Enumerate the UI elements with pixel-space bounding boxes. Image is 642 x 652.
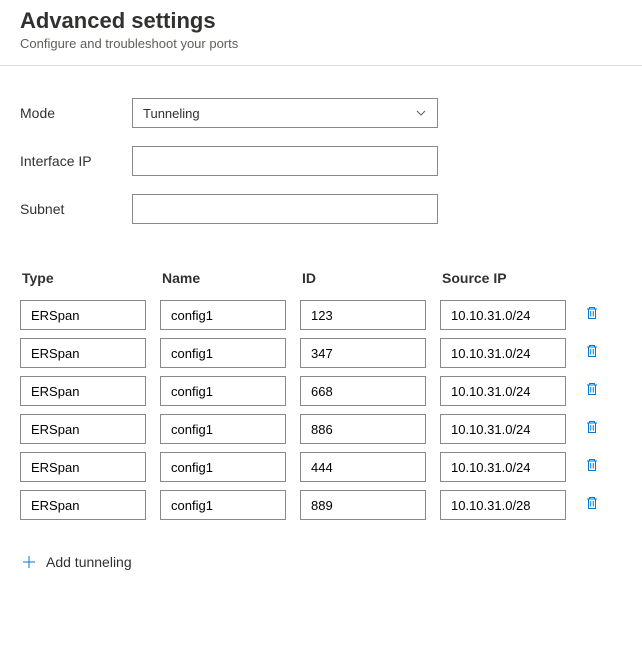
delete-button[interactable]	[580, 341, 604, 365]
subnet-row: Subnet	[20, 194, 622, 224]
name-input[interactable]	[160, 376, 286, 406]
source-ip-input[interactable]	[440, 414, 566, 444]
delete-button[interactable]	[580, 379, 604, 403]
name-input[interactable]	[160, 338, 286, 368]
id-input[interactable]	[300, 338, 426, 368]
delete-button[interactable]	[580, 303, 604, 327]
mode-row: Mode Tunneling	[20, 98, 622, 128]
plus-icon	[22, 555, 36, 569]
trash-icon	[584, 457, 600, 478]
id-input[interactable]	[300, 490, 426, 520]
mode-select[interactable]: Tunneling	[132, 98, 438, 128]
source-ip-input[interactable]	[440, 376, 566, 406]
add-tunneling-label: Add tunneling	[46, 554, 132, 570]
type-input[interactable]	[20, 414, 146, 444]
type-input[interactable]	[20, 338, 146, 368]
name-input[interactable]	[160, 490, 286, 520]
name-input[interactable]	[160, 414, 286, 444]
trash-icon	[584, 381, 600, 402]
source-ip-input[interactable]	[440, 490, 566, 520]
trash-icon	[584, 419, 600, 440]
trash-icon	[584, 305, 600, 326]
type-input[interactable]	[20, 300, 146, 330]
header-type: Type	[20, 270, 160, 286]
add-tunneling-button[interactable]: Add tunneling	[22, 554, 132, 570]
id-input[interactable]	[300, 376, 426, 406]
page-header: Advanced settings Configure and troubles…	[0, 0, 642, 66]
interface-ip-input[interactable]	[132, 146, 438, 176]
source-ip-input[interactable]	[440, 452, 566, 482]
trash-icon	[584, 495, 600, 516]
delete-button[interactable]	[580, 493, 604, 517]
table-row	[20, 490, 622, 520]
type-input[interactable]	[20, 376, 146, 406]
chevron-down-icon	[415, 107, 427, 119]
delete-button[interactable]	[580, 455, 604, 479]
table-section: Type Name ID Source IP Add tunneling	[0, 252, 642, 574]
header-id: ID	[300, 270, 440, 286]
table-headers: Type Name ID Source IP	[20, 270, 622, 286]
mode-select-value: Tunneling	[143, 106, 415, 121]
page-subtitle: Configure and troubleshoot your ports	[20, 36, 622, 51]
header-name: Name	[160, 270, 300, 286]
subnet-input[interactable]	[132, 194, 438, 224]
type-input[interactable]	[20, 452, 146, 482]
id-input[interactable]	[300, 452, 426, 482]
interface-ip-row: Interface IP	[20, 146, 622, 176]
source-ip-input[interactable]	[440, 338, 566, 368]
table-row	[20, 452, 622, 482]
form-section: Mode Tunneling Interface IP Subnet	[0, 66, 642, 252]
table-row	[20, 300, 622, 330]
table-row	[20, 414, 622, 444]
page-title: Advanced settings	[20, 8, 622, 34]
type-input[interactable]	[20, 490, 146, 520]
subnet-label: Subnet	[20, 201, 132, 217]
trash-icon	[584, 343, 600, 364]
source-ip-input[interactable]	[440, 300, 566, 330]
interface-ip-label: Interface IP	[20, 153, 132, 169]
name-input[interactable]	[160, 452, 286, 482]
mode-label: Mode	[20, 105, 132, 121]
id-input[interactable]	[300, 300, 426, 330]
id-input[interactable]	[300, 414, 426, 444]
table-row	[20, 338, 622, 368]
name-input[interactable]	[160, 300, 286, 330]
delete-button[interactable]	[580, 417, 604, 441]
table-body	[20, 300, 622, 520]
table-row	[20, 376, 622, 406]
header-source-ip: Source IP	[440, 270, 580, 286]
